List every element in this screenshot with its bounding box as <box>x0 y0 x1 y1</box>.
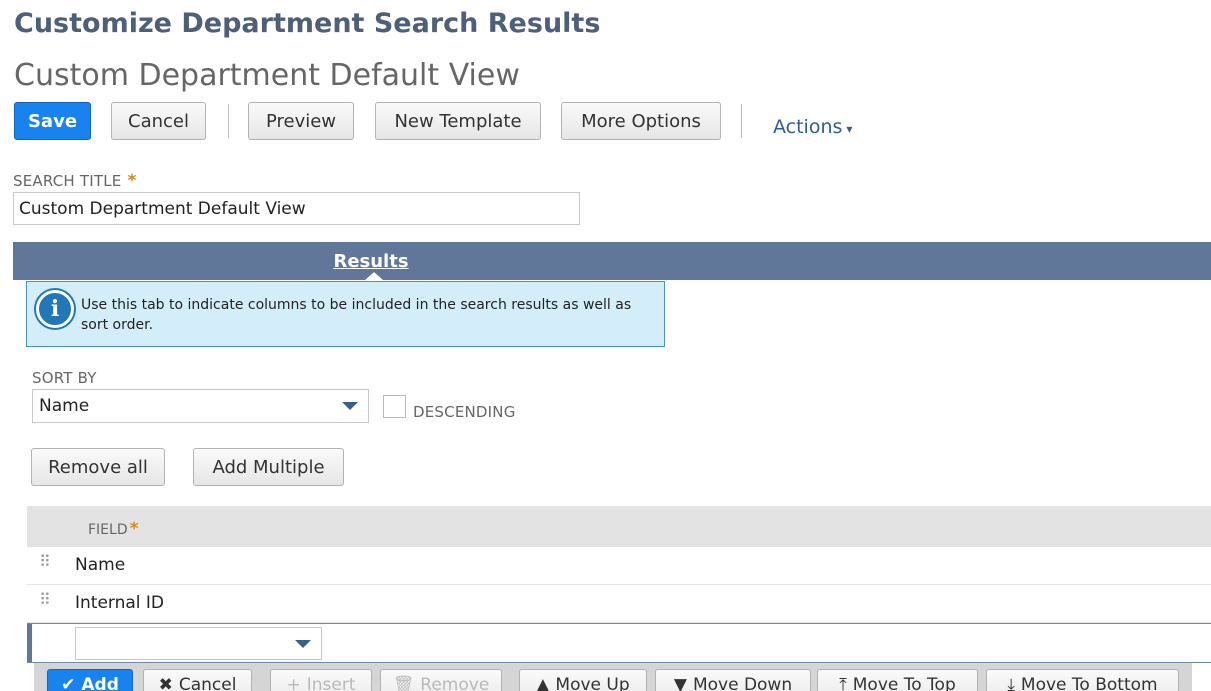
sort-by-label: SORT BY <box>32 369 97 387</box>
table-row[interactable]: ⠿ Internal ID <box>27 585 1211 623</box>
new-template-button[interactable]: New Template <box>375 102 541 140</box>
edit-row-indicator <box>27 624 32 662</box>
remove-row-label: Remove <box>420 675 490 691</box>
move-to-top-label: Move To Top <box>852 675 956 691</box>
info-icon: i <box>36 290 74 328</box>
field-column-header: FIELD * <box>88 519 139 539</box>
actions-label: Actions <box>773 116 843 138</box>
descending-checkbox[interactable] <box>383 395 406 418</box>
sort-by-select[interactable]: Name <box>32 389 369 423</box>
record-title: Custom Department Default View <box>14 58 520 93</box>
info-text: Use this tab to indicate columns to be i… <box>81 297 632 333</box>
tab-indicator <box>365 272 383 280</box>
cancel-button[interactable]: Cancel <box>111 102 206 140</box>
search-title-input[interactable] <box>13 192 580 225</box>
new-row-editor <box>27 623 1211 663</box>
grid-header: FIELD * <box>27 506 1211 547</box>
dropdown-arrow-icon <box>295 639 311 648</box>
table-row[interactable]: ⠿ Name <box>27 547 1211 585</box>
preview-button[interactable]: Preview <box>248 102 354 140</box>
plus-icon: + <box>286 675 301 691</box>
arrow-down-icon: ▼ <box>673 675 687 691</box>
cancel-row-button[interactable]: ✖ Cancel <box>143 669 252 691</box>
arrow-up-icon: ▲ <box>536 675 550 691</box>
insert-row-label: Insert <box>306 675 356 691</box>
move-down-button[interactable]: ▼ Move Down <box>655 669 811 691</box>
page-heading: Customize Department Search Results <box>14 8 601 39</box>
move-to-bottom-label: Move To Bottom <box>1020 675 1158 691</box>
trash-icon: 🗑 <box>392 675 415 691</box>
toolbar-separator <box>741 104 742 138</box>
drag-handle-icon[interactable]: ⠿ <box>39 592 53 608</box>
add-multiple-button[interactable]: Add Multiple <box>193 448 344 486</box>
check-icon: ✔ <box>61 675 76 691</box>
grid-toolbar: ✔ Add ✖ Cancel + Insert 🗑 Remove ▲ Move Up ▼ M… <box>34 663 1192 691</box>
add-row-label: Add <box>81 675 119 691</box>
drag-handle-icon[interactable]: ⠿ <box>39 554 53 570</box>
search-title-label: SEARCH TITLE * <box>13 171 137 191</box>
caret-down-icon: ▾ <box>846 122 853 136</box>
move-to-bottom-button[interactable]: ⤓ Move To Bottom <box>986 669 1179 691</box>
more-options-button[interactable]: More Options <box>561 102 721 140</box>
subtab-bar: Results <box>13 242 1211 280</box>
row-field: Internal ID <box>75 593 165 613</box>
move-up-label: Move Up <box>555 675 630 691</box>
toolbar-separator <box>228 104 229 138</box>
move-to-bottom-icon: ⤓ <box>1007 675 1015 691</box>
insert-row-button[interactable]: + Insert <box>270 669 372 691</box>
move-to-top-icon: ⤒ <box>839 675 847 691</box>
info-message: i Use this tab to indicate columns to be… <box>26 281 665 347</box>
remove-all-button[interactable]: Remove all <box>31 448 165 486</box>
new-field-select[interactable] <box>75 627 322 660</box>
sort-by-value: Name <box>39 396 90 416</box>
add-row-button[interactable]: ✔ Add <box>47 669 133 691</box>
cancel-row-label: Cancel <box>178 675 237 691</box>
field-column-label: FIELD <box>88 522 128 538</box>
actions-menu[interactable]: Actions ▾ <box>773 116 852 138</box>
move-up-button[interactable]: ▲ Move Up <box>519 669 647 691</box>
row-field: Name <box>75 555 126 575</box>
move-down-label: Move Down <box>692 675 793 691</box>
close-icon: ✖ <box>158 675 173 691</box>
descending-label: DESCENDING <box>413 403 516 421</box>
dropdown-arrow-icon <box>342 402 358 410</box>
save-button[interactable]: Save <box>14 102 91 140</box>
move-to-top-button[interactable]: ⤒ Move To Top <box>817 669 978 691</box>
required-mark: * <box>129 519 139 539</box>
tab-results-label: Results <box>333 250 409 272</box>
required-mark: * <box>127 171 137 191</box>
remove-row-button[interactable]: 🗑 Remove <box>380 669 502 691</box>
search-title-label-text: SEARCH TITLE <box>13 172 122 190</box>
